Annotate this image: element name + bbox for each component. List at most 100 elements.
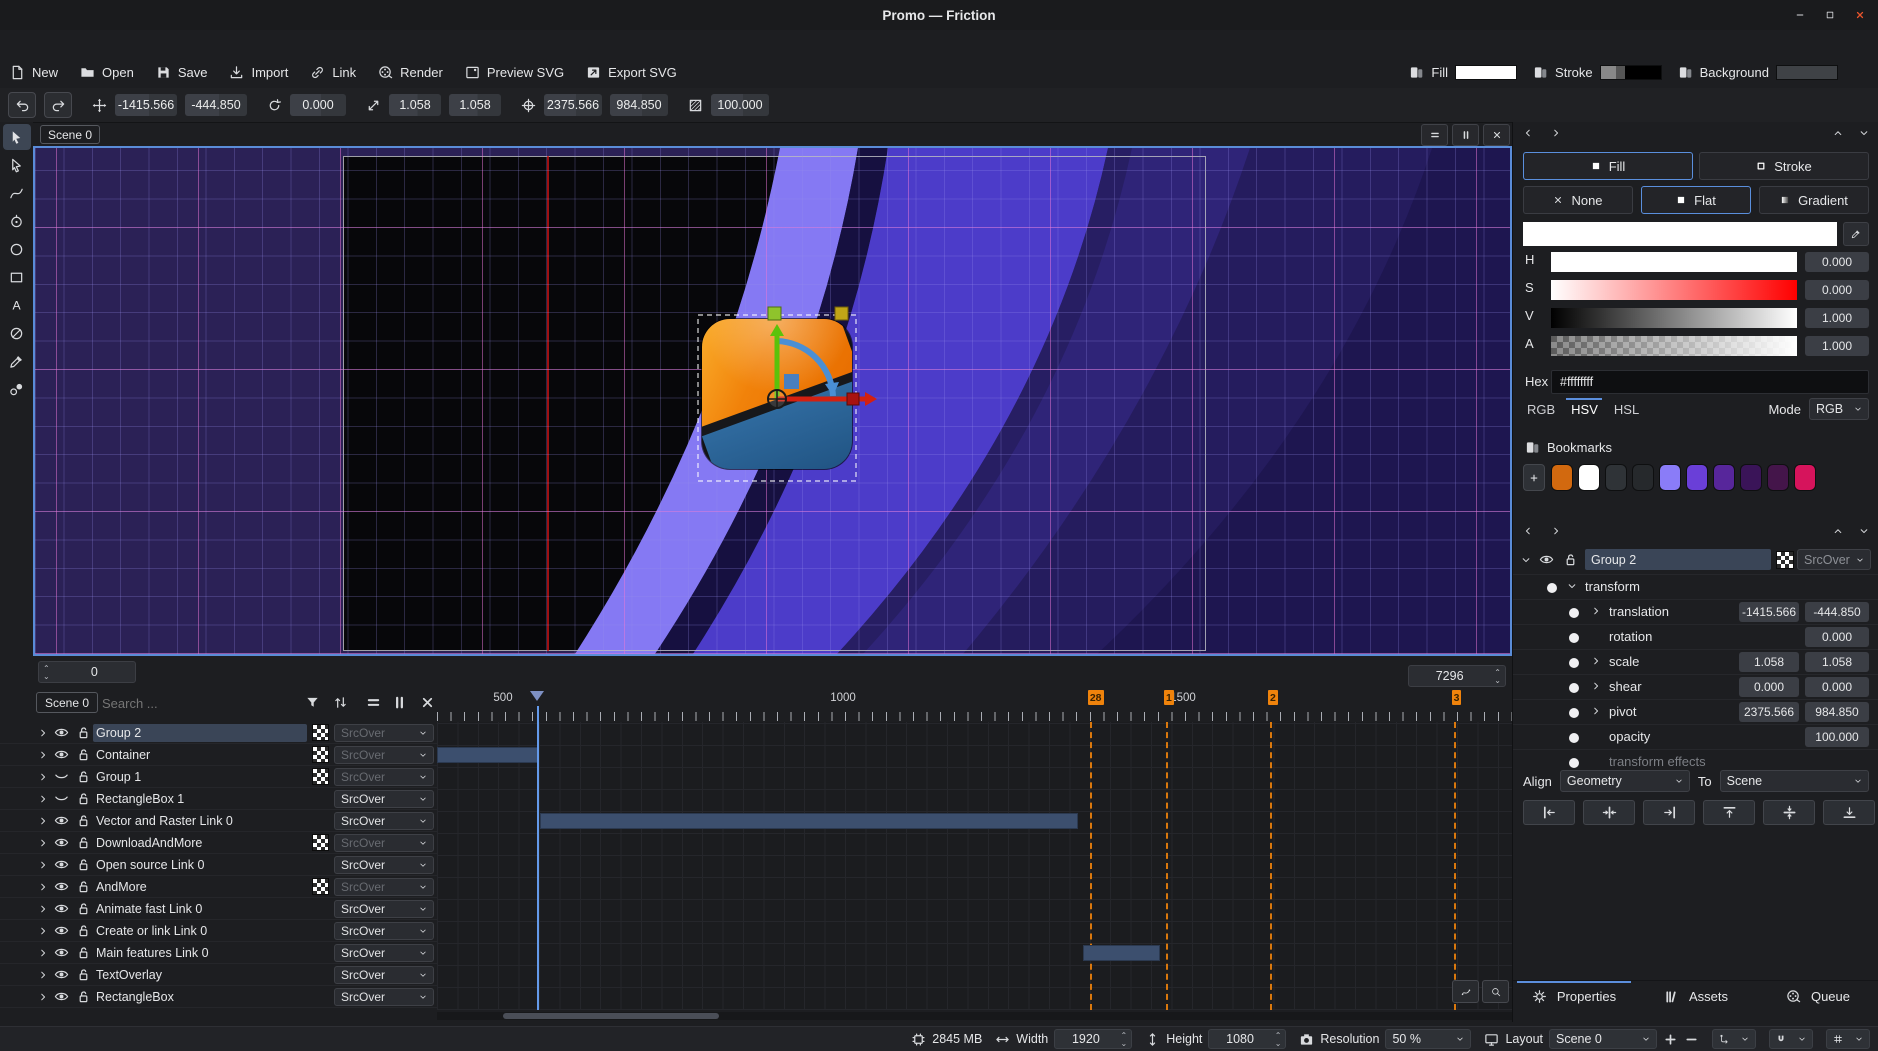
chevron-down-icon[interactable] xyxy=(1567,581,1577,591)
blend-mode-dropdown[interactable]: SrcOver xyxy=(334,746,434,764)
layer-row[interactable]: Vector and Raster Link 0 SrcOver xyxy=(0,810,437,832)
chevron-left-icon[interactable] xyxy=(1523,128,1533,138)
tab-rgb[interactable]: RGB xyxy=(1527,402,1555,417)
paint-settings-tool[interactable] xyxy=(3,376,31,402)
eye-icon[interactable] xyxy=(54,879,69,894)
eye-icon[interactable] xyxy=(54,725,69,740)
property-value-2[interactable]: 0.000 xyxy=(1805,627,1869,647)
layout-dropdown[interactable]: Scene 0 xyxy=(1549,1029,1657,1049)
eye-icon[interactable] xyxy=(54,923,69,938)
top-handle[interactable] xyxy=(768,307,781,320)
background-summary[interactable]: Background xyxy=(1678,65,1838,80)
blend-mode-dropdown[interactable]: SrcOver xyxy=(334,966,434,984)
layer-row[interactable]: Main features Link 0 SrcOver xyxy=(0,942,437,964)
layer-row[interactable]: Create or link Link 0 SrcOver xyxy=(0,920,437,942)
bookmark-swatch[interactable] xyxy=(1633,465,1653,490)
background-color-swatch[interactable] xyxy=(1776,65,1838,80)
redo-button[interactable] xyxy=(44,92,72,118)
current-color-bar[interactable] xyxy=(1523,222,1837,246)
lock-open-icon[interactable] xyxy=(76,945,91,960)
blend-mode-dropdown[interactable]: SrcOver xyxy=(1797,549,1871,570)
eye-icon[interactable] xyxy=(54,989,69,1004)
chevron-right-icon[interactable] xyxy=(38,794,48,804)
path-options-dropdown[interactable] xyxy=(1712,1029,1756,1049)
timeline-scrollbar[interactable] xyxy=(437,1012,1512,1020)
selected-object-row[interactable]: Group 2 SrcOver xyxy=(1513,547,1878,574)
keyframe-bullet[interactable] xyxy=(1569,708,1579,718)
hamburger-icon[interactable] xyxy=(366,695,381,710)
eye-icon[interactable] xyxy=(54,813,69,828)
property-row[interactable]: scale 1.058 1.058 xyxy=(1513,649,1878,675)
property-value-2[interactable]: -444.850 xyxy=(1805,602,1869,622)
chevron-right-icon[interactable] xyxy=(38,838,48,848)
align-left-button[interactable] xyxy=(1523,800,1575,825)
stroke-color-swatch[interactable] xyxy=(1600,65,1662,80)
eye-icon[interactable] xyxy=(54,967,69,982)
scale-x-field[interactable]: 1.058 xyxy=(389,94,441,116)
mode-dropdown[interactable]: RGB xyxy=(1809,398,1869,420)
hex-input[interactable]: #ffffffff xyxy=(1551,370,1869,394)
property-value-2[interactable]: 0.000 xyxy=(1805,677,1869,697)
filter-icon[interactable] xyxy=(305,695,320,710)
preview-svg-button[interactable]: Preview SVG xyxy=(465,65,564,80)
tab-fill[interactable]: Fill xyxy=(1523,152,1693,180)
undo-button[interactable] xyxy=(8,92,36,118)
close-icon[interactable] xyxy=(420,695,435,710)
alpha-value[interactable]: 1.000 xyxy=(1805,336,1869,356)
layer-row[interactable]: Animate fast Link 0 SrcOver xyxy=(0,898,437,920)
keyframe-bullet[interactable] xyxy=(1547,583,1557,593)
blend-mode-dropdown[interactable]: SrcOver xyxy=(334,812,434,830)
paint-type-flat[interactable]: Flat xyxy=(1641,186,1751,214)
bookmark-swatch[interactable] xyxy=(1606,465,1626,490)
blend-checker-icon[interactable] xyxy=(312,724,329,741)
hue-value[interactable]: 0.000 xyxy=(1805,252,1869,272)
layer-name[interactable]: DownloadAndMore xyxy=(96,834,307,852)
height-spinner[interactable]: 1080 ⌃⌄ xyxy=(1208,1029,1286,1049)
chevron-right-icon[interactable] xyxy=(38,816,48,826)
search-input[interactable] xyxy=(100,692,284,714)
chevron-right-icon[interactable] xyxy=(1591,706,1601,716)
keyframe-bullet[interactable] xyxy=(1569,608,1579,618)
timeline-ruler[interactable]: 5001000150028123 xyxy=(437,690,1512,722)
keyframe-bullet[interactable] xyxy=(1569,733,1579,743)
eye-icon[interactable] xyxy=(54,901,69,916)
bookmark-swatch[interactable] xyxy=(1714,465,1734,490)
blend-checker-icon[interactable] xyxy=(312,878,329,895)
blend-mode-dropdown[interactable]: SrcOver xyxy=(334,724,434,742)
value-value[interactable]: 1.000 xyxy=(1805,308,1869,328)
keyframe-duration-bar[interactable] xyxy=(540,813,1079,829)
keyframe-grid[interactable] xyxy=(437,722,1512,1010)
layer-row[interactable]: Open source Link 0 SrcOver xyxy=(0,854,437,876)
x-handle[interactable] xyxy=(847,393,859,405)
layer-row[interactable]: RectangleBox SrcOver xyxy=(0,986,437,1008)
layer-name[interactable]: Container xyxy=(96,746,307,764)
circle-tool[interactable] xyxy=(3,236,31,262)
keyframe-bullet[interactable] xyxy=(1569,683,1579,693)
lock-open-icon[interactable] xyxy=(76,857,91,872)
chevron-down-icon[interactable] xyxy=(1859,128,1869,138)
lock-open-icon[interactable] xyxy=(76,725,91,740)
chevron-right-icon[interactable] xyxy=(38,728,48,738)
keyframe-bullet[interactable] xyxy=(1569,633,1579,643)
chevron-right-icon[interactable] xyxy=(38,750,48,760)
sort-icon[interactable] xyxy=(333,695,348,710)
layer-row[interactable]: Group 1 SrcOver xyxy=(0,766,437,788)
translate-y-field[interactable]: -444.850 xyxy=(185,94,247,116)
hue-slider[interactable] xyxy=(1551,252,1797,272)
chevron-left-icon[interactable] xyxy=(1523,526,1533,536)
bookmark-swatch[interactable] xyxy=(1768,465,1788,490)
null-object-tool[interactable] xyxy=(3,320,31,346)
layer-name[interactable]: RectangleBox 1 xyxy=(96,790,307,808)
eye-icon[interactable] xyxy=(54,857,69,872)
keyframe-bullet[interactable] xyxy=(1569,758,1579,768)
lock-open-icon[interactable] xyxy=(76,879,91,894)
value-slider[interactable] xyxy=(1551,308,1797,328)
chevron-right-icon[interactable] xyxy=(38,926,48,936)
lock-open-icon[interactable] xyxy=(76,835,91,850)
keyframe-duration-bar[interactable] xyxy=(437,747,538,763)
layer-name[interactable]: Create or link Link 0 xyxy=(96,922,307,940)
layer-row[interactable]: TextOverlay SrcOver xyxy=(0,964,437,986)
lock-open-icon[interactable] xyxy=(76,769,91,784)
property-row[interactable]: translation -1415.566 -444.850 xyxy=(1513,599,1878,625)
scale-y-field[interactable]: 1.058 xyxy=(449,94,501,116)
